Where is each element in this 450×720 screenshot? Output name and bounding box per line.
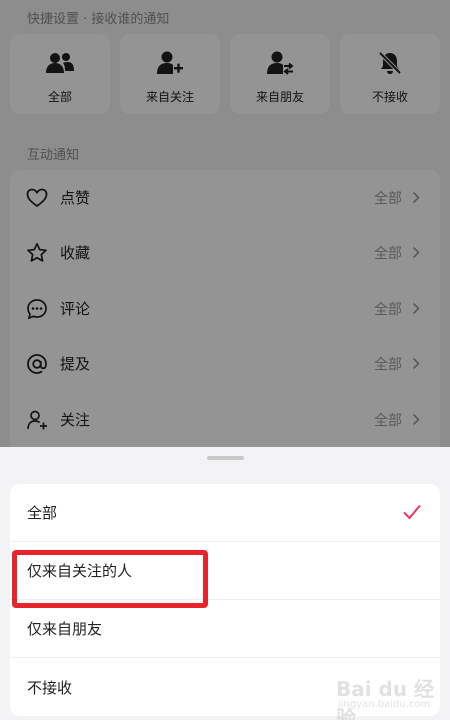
- modal-backdrop[interactable]: [0, 0, 450, 447]
- baidu-watermark: Bai du 经验 jingyan.baidu.com: [336, 667, 446, 720]
- option-label: 不接收: [27, 678, 73, 697]
- option-friends-only[interactable]: 仅来自朋友: [10, 600, 440, 658]
- annotation-highlight-box: [12, 550, 208, 608]
- option-label: 全部: [27, 504, 58, 522]
- option-all[interactable]: 全部: [10, 484, 440, 542]
- option-label: 仅来自朋友: [27, 620, 103, 638]
- watermark-logo-text: Bai du 经验: [336, 677, 435, 720]
- sheet-drag-handle[interactable]: [207, 456, 244, 460]
- watermark-url: jingyan.baidu.com: [338, 699, 431, 710]
- checkmark-icon: [402, 503, 422, 521]
